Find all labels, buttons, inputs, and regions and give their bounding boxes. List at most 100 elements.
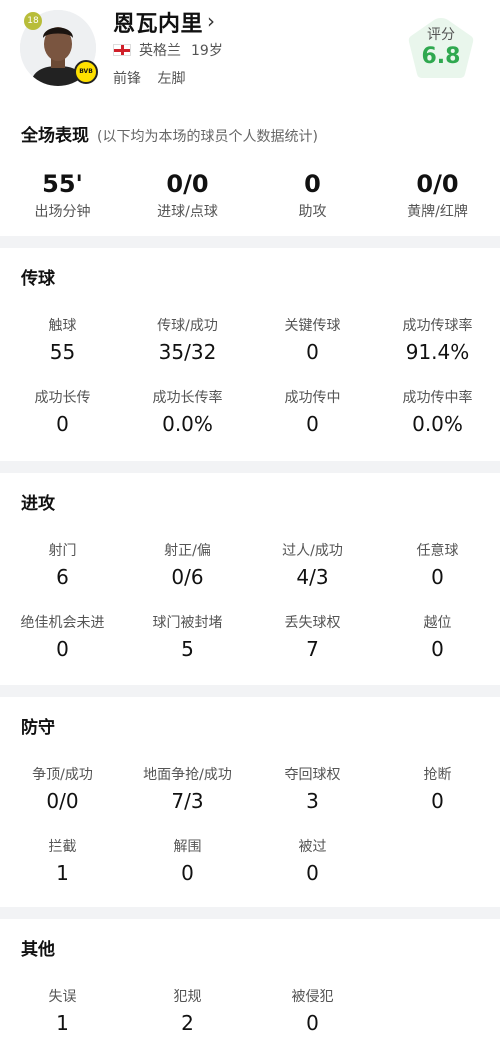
stat-value: 0.0% [412, 412, 463, 436]
rating-label: 评分 [427, 27, 455, 43]
rating-badge: 评分 6.8 [406, 16, 476, 82]
stat-value: 35/32 [158, 340, 217, 364]
stat-label: 越位 [423, 615, 452, 631]
overview-stats: 55' 出场分钟 0/0 进球/点球 0 助攻 0/0 黄牌/红牌 [0, 171, 500, 221]
stat-value: 55 [49, 340, 76, 364]
player-header: 18 BVB 恩瓦内里 › 英格兰 19岁 前锋 左脚 评分 6.8 [0, 0, 500, 105]
stat-value: 1 [56, 861, 69, 885]
stat-value: 3 [306, 789, 319, 813]
stat-cell: 成功长传率 0.0% [125, 387, 250, 437]
stat-cell: 争顶/成功 0/0 [0, 764, 125, 814]
stat-label: 成功长传 [34, 390, 91, 406]
attack-section: 进攻 射门 6 射正/偏 0/6 过人/成功 4/3 任意球 0 绝佳机会未进 0 球门被… [0, 473, 500, 685]
stat-label: 成功传中 [284, 390, 341, 406]
stat-cell: 失误 1 [0, 986, 125, 1036]
stat-cell: 过人/成功 4/3 [250, 540, 375, 590]
stat-value: 7/3 [171, 789, 204, 813]
stat-label: 成功传中率 [402, 390, 473, 406]
other-section: 其他 失误 1 犯规 2 被侵犯 0 [0, 919, 500, 1053]
stat-cell: 被过 0 [250, 836, 375, 886]
stat-value: 0.0% [162, 412, 213, 436]
stat-label: 出场分钟 [34, 204, 91, 220]
stat-cards: 0/0 黄牌/红牌 [375, 171, 500, 221]
stat-cell: 被侵犯 0 [250, 986, 375, 1036]
stat-label: 射门 [48, 543, 77, 559]
defense-row-1: 争顶/成功 0/0 地面争抢/成功 7/3 夺回球权 3 抢断 0 [0, 764, 500, 814]
stat-label: 夺回球权 [284, 767, 341, 783]
passing-row-2: 成功长传 0 成功长传率 0.0% 成功传中 0 成功传中率 0.0% [0, 387, 500, 437]
section-divider [0, 685, 500, 697]
stat-label: 过人/成功 [282, 543, 343, 559]
stat-value: 0 [306, 340, 319, 364]
stat-value: 7 [306, 637, 319, 661]
overview-note: (以下均为本场的球员个人数据统计) [97, 129, 318, 145]
stat-cell: 解围 0 [125, 836, 250, 886]
stat-cell: 射门 6 [0, 540, 125, 590]
other-row-1: 失误 1 犯规 2 被侵犯 0 [0, 986, 500, 1036]
stat-minutes: 55' 出场分钟 [0, 171, 125, 221]
stat-label: 任意球 [416, 543, 459, 559]
stat-label: 解围 [173, 839, 202, 855]
stat-cell: 球门被封堵 5 [125, 612, 250, 662]
overview-section: 全场表现 (以下均为本场的球员个人数据统计) 55' 出场分钟 0/0 进球/点… [0, 105, 500, 236]
stat-value: 0/0 [46, 789, 79, 813]
stat-cell: 触球 55 [0, 315, 125, 365]
stat-value: 0 [431, 637, 444, 661]
defense-section: 防守 争顶/成功 0/0 地面争抢/成功 7/3 夺回球权 3 抢断 0 拦截 1 解围 0… [0, 697, 500, 907]
section-title: 全场表现 (以下均为本场的球员个人数据统计) [0, 121, 500, 146]
stat-cell: 传球/成功 35/32 [125, 315, 250, 365]
stat-label: 传球/成功 [157, 318, 218, 334]
stat-label: 球门被封堵 [152, 615, 223, 631]
stat-label: 抢断 [423, 767, 452, 783]
stat-value: 0 [304, 170, 321, 198]
stat-label: 失误 [48, 989, 77, 1005]
player-foot: 左脚 [157, 71, 186, 87]
stat-label: 射正/偏 [164, 543, 211, 559]
stat-cell: 关键传球 0 [250, 315, 375, 365]
stat-cell: 地面争抢/成功 7/3 [125, 764, 250, 814]
section-divider [0, 236, 500, 248]
stat-label: 关键传球 [284, 318, 341, 334]
stat-assists: 0 助攻 [250, 171, 375, 221]
stat-value: 91.4% [405, 340, 470, 364]
stat-goals-penalties: 0/0 进球/点球 [125, 171, 250, 221]
stat-cell: 越位 0 [375, 612, 500, 662]
stat-label: 助攻 [298, 204, 327, 220]
stat-cell: 成功传球率 91.4% [375, 315, 500, 365]
stat-cell: 抢断 0 [375, 764, 500, 814]
section-divider [0, 907, 500, 919]
stat-cell: 拦截 1 [0, 836, 125, 886]
stat-label: 丢失球权 [284, 615, 341, 631]
stat-value: 0 [306, 1011, 319, 1035]
stat-cell: 丢失球权 7 [250, 612, 375, 662]
overview-title: 全场表现 [21, 126, 89, 146]
shirt-number-badge: 18 [24, 12, 42, 30]
stat-value: 0 [431, 789, 444, 813]
stat-value: 6 [56, 565, 69, 589]
stat-cell: 犯规 2 [125, 986, 250, 1036]
stat-label: 成功长传率 [152, 390, 223, 406]
chevron-right-icon[interactable]: › [207, 9, 215, 33]
player-age: 19岁 [191, 43, 223, 59]
stat-value: 0 [56, 637, 69, 661]
stat-cell: 成功长传 0 [0, 387, 125, 437]
stat-cell: 任意球 0 [375, 540, 500, 590]
attack-row-2: 绝佳机会未进 0 球门被封堵 5 丢失球权 7 越位 0 [0, 612, 500, 662]
passing-section: 传球 触球 55 传球/成功 35/32 关键传球 0 成功传球率 91.4% 成功长传… [0, 248, 500, 461]
stat-cell: 成功传中率 0.0% [375, 387, 500, 437]
stat-value: 55' [42, 170, 83, 198]
stat-cell: 夺回球权 3 [250, 764, 375, 814]
stat-value: 0 [306, 412, 319, 436]
stat-label: 争顶/成功 [32, 767, 93, 783]
stat-value: 0 [56, 412, 69, 436]
stat-value: 0/0 [166, 170, 209, 198]
club-badge-icon: BVB [74, 60, 98, 84]
defense-title: 防守 [21, 718, 55, 738]
player-name-row[interactable]: 恩瓦内里 › [113, 6, 215, 38]
stat-label: 地面争抢/成功 [143, 767, 232, 783]
player-name[interactable]: 恩瓦内里 [113, 6, 203, 38]
section-divider [0, 461, 500, 473]
england-flag-icon [113, 44, 131, 56]
stat-label: 被侵犯 [291, 989, 334, 1005]
stat-label: 绝佳机会未进 [20, 615, 105, 631]
